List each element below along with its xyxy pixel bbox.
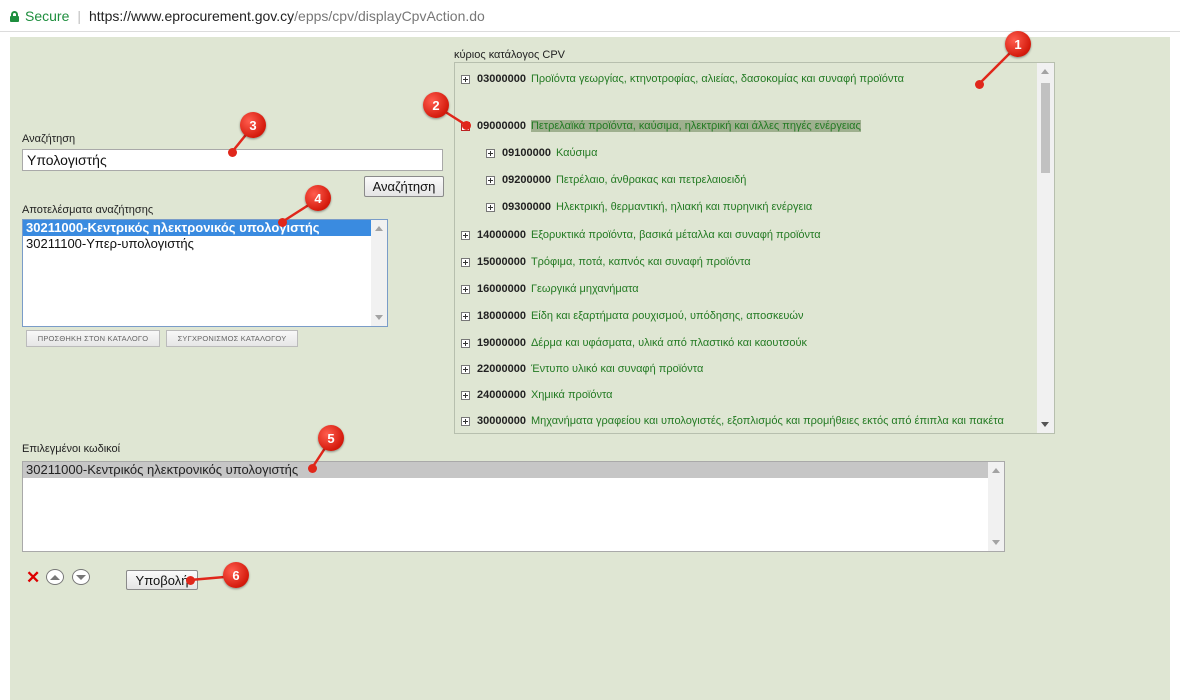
search-results-list[interactable]: 30211000-Κεντρικός ηλεκτρονικός υπολογισ…: [22, 219, 388, 327]
cpv-code: 09300000: [502, 201, 551, 213]
callout-marker: 2: [423, 92, 449, 118]
callout-dot: [228, 148, 237, 157]
scroll-up-icon[interactable]: [1041, 69, 1049, 74]
expand-icon[interactable]: [461, 364, 470, 374]
cpv-description[interactable]: Χημικά προϊόντα: [531, 389, 613, 401]
results-label: Αποτελέσματα αναζήτησης: [22, 204, 154, 216]
add-to-catalog-button[interactable]: ΠΡΟΣΘΗΚΗ ΣΤΟΝ ΚΑΤΑΛΟΓΟ: [26, 330, 160, 347]
results-scrollbar[interactable]: [371, 220, 387, 326]
secure-label: Secure: [25, 7, 70, 24]
tree-node[interactable]: 16000000 Γεωργικά μηχανήματα: [461, 283, 639, 295]
tree-node[interactable]: 09200000 Πετρέλαιο, άνθρακας και πετρελα…: [486, 174, 746, 186]
url-separator: |: [77, 7, 81, 24]
tree-scrollbar[interactable]: [1037, 63, 1054, 433]
cpv-code: 14000000: [477, 229, 526, 241]
cpv-description[interactable]: Γεωργικά μηχανήματα: [531, 283, 639, 295]
catalog-label: κύριος κατάλογος CPV: [454, 49, 566, 61]
scroll-down-icon[interactable]: [992, 540, 1000, 545]
cpv-description[interactable]: Καύσιμα: [556, 147, 598, 159]
cpv-description[interactable]: Πετρελαϊκά προϊόντα, καύσιμα, ηλεκτρική …: [530, 120, 861, 132]
search-label: Αναζήτηση: [22, 133, 76, 145]
tree-node[interactable]: 24000000 Χημικά προϊόντα: [461, 389, 613, 401]
address-bar[interactable]: Secure | https://www.eprocurement.gov.cy…: [0, 0, 1180, 32]
callout-marker: 1: [1005, 31, 1031, 57]
callout-dot: [308, 464, 317, 473]
expand-icon[interactable]: [461, 338, 470, 348]
expand-icon[interactable]: [486, 148, 495, 158]
callout-marker: 5: [318, 425, 344, 451]
callout-marker: 4: [305, 185, 331, 211]
cpv-description[interactable]: Είδη και εξαρτήματα ρουχισμού, υπόδησης,…: [531, 310, 804, 322]
cpv-description[interactable]: Πετρέλαιο, άνθρακας και πετρελαιοειδή: [556, 174, 746, 186]
cpv-code: 18000000: [477, 310, 526, 322]
tree-node[interactable]: 03000000 Προϊόντα γεωργίας, κτηνοτροφίας…: [461, 73, 904, 85]
callout-marker: 3: [240, 112, 266, 138]
callout-dot: [278, 218, 287, 227]
url-host: https://www.eprocurement.gov.cy: [89, 7, 295, 24]
tree-node[interactable]: 09000000 Πετρελαϊκά προϊόντα, καύσιμα, η…: [461, 120, 861, 132]
cpv-code: 09000000: [477, 120, 526, 132]
callout-dot: [462, 121, 471, 130]
cpv-code: 09100000: [502, 147, 551, 159]
tree-node[interactable]: 19000000 Δέρμα και υφάσματα, υλικά από π…: [461, 337, 807, 349]
cpv-description[interactable]: Δέρμα και υφάσματα, υλικά από πλαστικό κ…: [531, 337, 807, 349]
lock-icon: [10, 11, 19, 22]
selected-codes-list[interactable]: 30211000-Κεντρικός ηλεκτρονικός υπολογισ…: [22, 461, 1005, 552]
tree-node[interactable]: 14000000 Εξορυκτικά προϊόντα, βασικά μέτ…: [461, 229, 821, 241]
tree-node[interactable]: 09100000 Καύσιμα: [486, 147, 597, 159]
cpv-code: 22000000: [477, 363, 526, 375]
expand-icon[interactable]: [461, 257, 470, 267]
cpv-description[interactable]: Έντυπο υλικό και συναφή προϊόντα: [531, 363, 703, 375]
cpv-tree: 03000000 Προϊόντα γεωργίας, κτηνοτροφίας…: [454, 62, 1055, 434]
selected-label: Επιλεγμένοι κωδικοί: [22, 443, 121, 455]
cpv-panel: Αναζήτηση Αναζήτηση Αποτελέσματα αναζήτη…: [10, 37, 1170, 700]
cpv-code: 15000000: [477, 256, 526, 268]
expand-icon[interactable]: [461, 284, 470, 294]
scroll-thumb[interactable]: [1041, 83, 1050, 173]
scroll-up-icon[interactable]: [375, 226, 383, 231]
tree-node[interactable]: 22000000 Έντυπο υλικό και συναφή προϊόντ…: [461, 363, 703, 375]
move-up-icon[interactable]: [46, 569, 64, 585]
move-down-icon[interactable]: [72, 569, 90, 585]
search-button[interactable]: Αναζήτηση: [364, 176, 444, 197]
cpv-description[interactable]: Τρόφιμα, ποτά, καπνός και συναφή προϊόντ…: [531, 256, 751, 268]
scroll-down-icon[interactable]: [1041, 422, 1049, 427]
cpv-description[interactable]: Ηλεκτρική, θερμαντική, ηλιακή και πυρηνι…: [556, 201, 812, 213]
selected-scrollbar[interactable]: [988, 462, 1004, 551]
cpv-code: 16000000: [477, 283, 526, 295]
tree-node[interactable]: 18000000 Είδη και εξαρτήματα ρουχισμού, …: [461, 310, 804, 322]
cpv-description[interactable]: Προϊόντα γεωργίας, κτηνοτροφίας, αλιείας…: [531, 73, 904, 85]
selected-item[interactable]: 30211000-Κεντρικός ηλεκτρονικός υπολογισ…: [23, 462, 1004, 478]
expand-icon[interactable]: [461, 230, 470, 240]
cpv-code: 09200000: [502, 174, 551, 186]
cpv-description[interactable]: Μηχανήματα γραφείου και υπολογιστές, εξο…: [531, 415, 1004, 427]
expand-icon[interactable]: [461, 74, 470, 84]
expand-icon[interactable]: [461, 390, 470, 400]
cpv-code: 19000000: [477, 337, 526, 349]
sync-catalog-button[interactable]: ΣΥΓΧΡΟΝΙΣΜΟΣ ΚΑΤΑΛΟΓΟΥ: [166, 330, 298, 347]
remove-icon[interactable]: ✕: [26, 568, 40, 588]
scroll-up-icon[interactable]: [992, 468, 1000, 473]
tree-node[interactable]: 15000000 Τρόφιμα, ποτά, καπνός και συναφ…: [461, 256, 751, 268]
expand-icon[interactable]: [486, 202, 495, 212]
tree-node[interactable]: 30000000 Μηχανήματα γραφείου και υπολογι…: [461, 415, 1004, 427]
expand-icon[interactable]: [486, 175, 495, 185]
scroll-down-icon[interactable]: [375, 315, 383, 320]
cpv-description[interactable]: Εξορυκτικά προϊόντα, βασικά μέταλλα και …: [531, 229, 821, 241]
result-item[interactable]: 30211100-Υπερ-υπολογιστής: [23, 236, 387, 252]
callout-marker: 6: [223, 562, 249, 588]
result-item[interactable]: 30211000-Κεντρικός ηλεκτρονικός υπολογισ…: [23, 220, 387, 236]
url-path: /epps/cpv/displayCpvAction.do: [294, 7, 485, 24]
cpv-code: 03000000: [477, 73, 526, 85]
callout-dot: [975, 80, 984, 89]
expand-icon[interactable]: [461, 416, 470, 426]
tree-node[interactable]: 09300000 Ηλεκτρική, θερμαντική, ηλιακή κ…: [486, 201, 812, 213]
cpv-code: 30000000: [477, 415, 526, 427]
expand-icon[interactable]: [461, 311, 470, 321]
cpv-code: 24000000: [477, 389, 526, 401]
callout-dot: [186, 576, 195, 585]
